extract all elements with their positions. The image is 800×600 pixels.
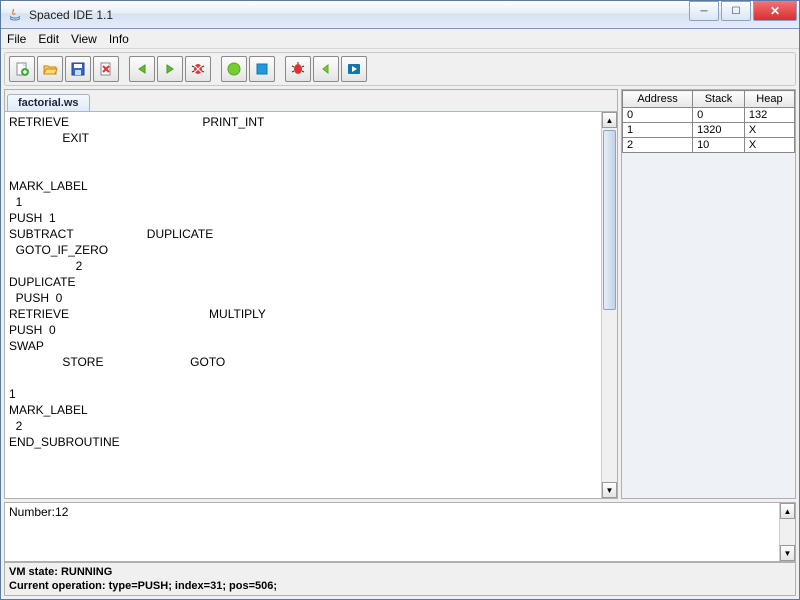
menu-file[interactable]: File bbox=[7, 32, 26, 46]
step-back-button[interactable] bbox=[313, 56, 339, 82]
save-icon bbox=[70, 61, 86, 77]
step-forward-button[interactable] bbox=[341, 56, 367, 82]
stop-button[interactable] bbox=[249, 56, 275, 82]
bug-x-icon bbox=[190, 61, 206, 77]
app-window: Spaced IDE 1.1 ─ ☐ ✕ File Edit View Info bbox=[0, 0, 800, 600]
window-controls: ─ ☐ ✕ bbox=[689, 1, 799, 28]
java-icon bbox=[7, 7, 23, 23]
output-pane: Number:12 ▲ ▼ bbox=[4, 502, 796, 562]
editor-tabs: factorial.ws bbox=[5, 90, 617, 112]
table-row: 0 0 132 bbox=[623, 108, 795, 123]
output-scrollbar[interactable]: ▲ ▼ bbox=[779, 503, 795, 561]
main-area: factorial.ws RETRIEVE PRINT_INT EXIT MAR… bbox=[4, 89, 796, 562]
vm-state: VM state: RUNNING bbox=[9, 565, 791, 579]
upper-split: factorial.ws RETRIEVE PRINT_INT EXIT MAR… bbox=[4, 89, 796, 499]
window-title: Spaced IDE 1.1 bbox=[29, 8, 689, 22]
output-text: Number:12 bbox=[9, 505, 68, 519]
run-icon bbox=[226, 61, 242, 77]
scroll-up-icon[interactable]: ▲ bbox=[602, 112, 617, 128]
menubar: File Edit View Info bbox=[1, 29, 799, 49]
editor: RETRIEVE PRINT_INT EXIT MARK_LABEL 1 PUS… bbox=[5, 112, 617, 498]
editor-scrollbar[interactable]: ▲ ▼ bbox=[601, 112, 617, 498]
editor-pane: factorial.ws RETRIEVE PRINT_INT EXIT MAR… bbox=[4, 89, 618, 499]
memory-table: Address Stack Heap 0 0 132 1 1320 bbox=[622, 90, 795, 153]
save-button[interactable] bbox=[65, 56, 91, 82]
menu-edit[interactable]: Edit bbox=[38, 32, 59, 46]
col-heap[interactable]: Heap bbox=[744, 91, 794, 108]
clear-debug-button[interactable] bbox=[185, 56, 211, 82]
toolbar bbox=[4, 52, 796, 86]
delete-icon bbox=[98, 61, 114, 77]
maximize-button[interactable]: ☐ bbox=[721, 1, 751, 21]
new-file-icon bbox=[14, 61, 30, 77]
undo-button[interactable] bbox=[129, 56, 155, 82]
editor-content[interactable]: RETRIEVE PRINT_INT EXIT MARK_LABEL 1 PUS… bbox=[5, 112, 617, 498]
scroll-down-icon[interactable]: ▼ bbox=[602, 482, 617, 498]
folder-open-icon bbox=[42, 61, 58, 77]
arrow-right-icon bbox=[162, 61, 178, 77]
current-op: Current operation: type=PUSH; index=31; … bbox=[9, 579, 791, 593]
open-button[interactable] bbox=[37, 56, 63, 82]
delete-button[interactable] bbox=[93, 56, 119, 82]
step-forward-icon bbox=[346, 61, 362, 77]
scroll-down-icon[interactable]: ▼ bbox=[780, 545, 795, 561]
tab-factorial[interactable]: factorial.ws bbox=[7, 94, 90, 111]
step-back-icon bbox=[318, 61, 334, 77]
new-file-button[interactable] bbox=[9, 56, 35, 82]
table-row: 2 10 X bbox=[623, 138, 795, 153]
menu-view[interactable]: View bbox=[71, 32, 97, 46]
titlebar: Spaced IDE 1.1 ─ ☐ ✕ bbox=[1, 1, 799, 29]
scroll-thumb[interactable] bbox=[603, 130, 616, 310]
status-bar: VM state: RUNNING Current operation: typ… bbox=[4, 562, 796, 596]
memory-pane: Address Stack Heap 0 0 132 1 1320 bbox=[621, 89, 796, 499]
table-row: 1 1320 X bbox=[623, 123, 795, 138]
col-stack[interactable]: Stack bbox=[693, 91, 745, 108]
close-button[interactable]: ✕ bbox=[753, 1, 797, 21]
arrow-left-icon bbox=[134, 61, 150, 77]
redo-button[interactable] bbox=[157, 56, 183, 82]
stop-icon bbox=[254, 61, 270, 77]
bug-icon bbox=[290, 61, 306, 77]
run-button[interactable] bbox=[221, 56, 247, 82]
col-address[interactable]: Address bbox=[623, 91, 693, 108]
scroll-up-icon[interactable]: ▲ bbox=[780, 503, 795, 519]
minimize-button[interactable]: ─ bbox=[689, 1, 719, 21]
menu-info[interactable]: Info bbox=[109, 32, 129, 46]
debug-button[interactable] bbox=[285, 56, 311, 82]
